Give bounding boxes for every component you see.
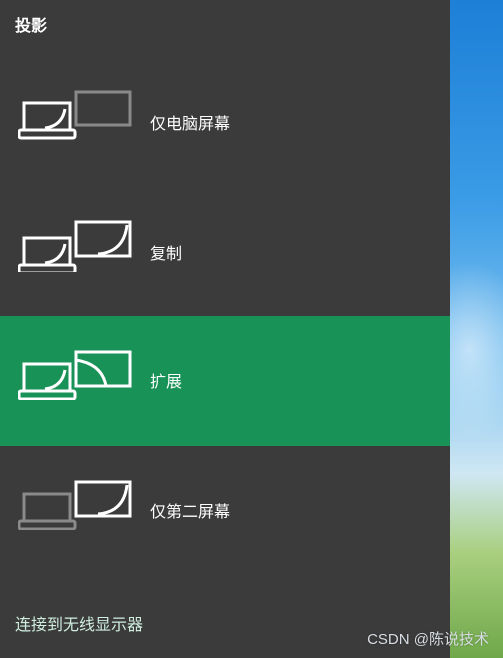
wallpaper-glow	[450, 260, 503, 440]
project-panel: 投影 仅电脑屏幕 复制 扩展 仅第二屏幕 连接到无线显示器	[0, 0, 450, 658]
option-label: 仅电脑屏幕	[150, 114, 231, 133]
option-label: 复制	[150, 244, 183, 263]
option-label: 仅第二屏幕	[150, 502, 231, 521]
option-extend[interactable]: 扩展	[0, 316, 450, 446]
panel-title: 投影	[15, 16, 48, 35]
option-duplicate[interactable]: 复制	[0, 188, 450, 318]
desktop-wallpaper	[450, 0, 503, 658]
extend-screen-icon	[18, 350, 132, 400]
watermark: CSDN @陈说技术	[367, 631, 489, 648]
option-second-screen-only[interactable]: 仅第二屏幕	[0, 446, 450, 576]
connect-wireless-display-link[interactable]: 连接到无线显示器	[15, 611, 143, 635]
option-pc-screen-only[interactable]: 仅电脑屏幕	[0, 58, 450, 188]
duplicate-screen-icon	[18, 220, 132, 272]
option-label: 扩展	[150, 372, 183, 391]
pc-screen-only-icon	[18, 90, 132, 140]
second-screen-only-icon	[18, 480, 132, 530]
